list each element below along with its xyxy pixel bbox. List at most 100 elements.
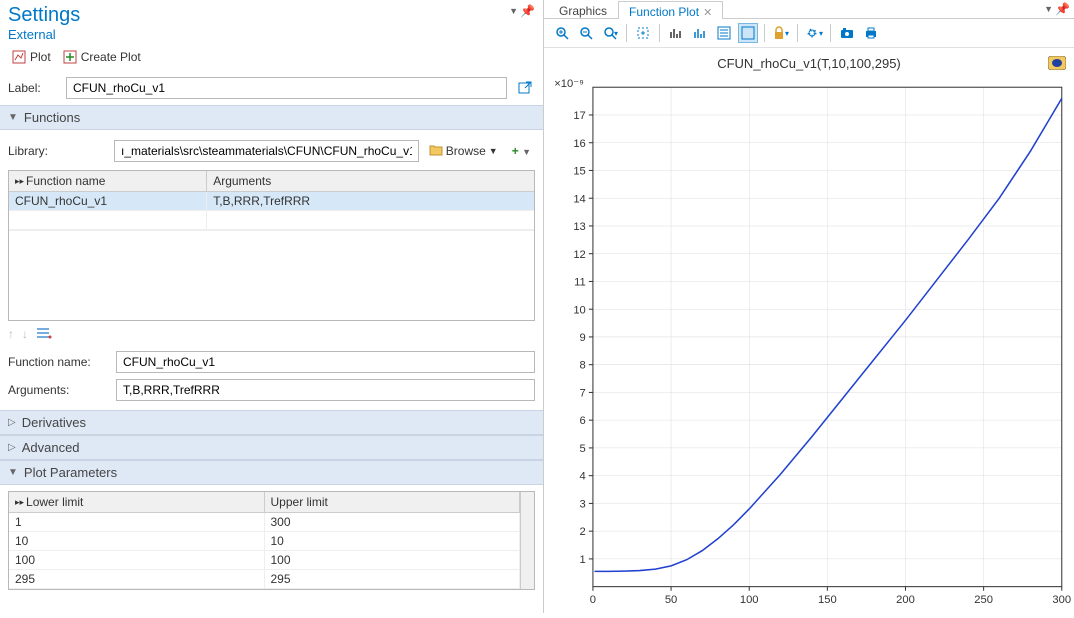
browse-label: Browse [446, 144, 486, 158]
plot-button-label: Plot [30, 50, 51, 64]
table-row[interactable]: 1 300 [9, 513, 520, 532]
tab-function-plot[interactable]: Function Plot ✕ [618, 1, 723, 19]
library-input[interactable] [114, 140, 419, 162]
table-cell: 100 [9, 551, 265, 570]
tab-graphics[interactable]: Graphics [548, 0, 618, 18]
functions-table-header-args[interactable]: Arguments [207, 171, 534, 191]
legend-button[interactable] [714, 23, 734, 43]
library-label: Library: [8, 144, 108, 158]
svg-text:0: 0 [590, 594, 596, 606]
expand-col-icon: ▸▸ [15, 176, 24, 187]
add-button[interactable]: + ▼ [508, 142, 535, 160]
table-row[interactable]: CFUN_rhoCu_v1 T,B,RRR,TrefRRR [9, 192, 534, 211]
svg-text:1: 1 [580, 554, 586, 566]
graphics-panel: Graphics Function Plot ✕ ▼ 📌 ▾ ▾ ▾ [544, 0, 1074, 613]
svg-text:17: 17 [573, 110, 585, 122]
dropdown-icon[interactable]: ▼ [509, 6, 518, 16]
list-options-button[interactable] [36, 327, 52, 342]
functions-section-header[interactable]: ▼ Functions [0, 105, 543, 130]
label-input[interactable] [66, 77, 507, 99]
pin-icon[interactable]: 📌 [1055, 2, 1070, 16]
create-plot-button-label: Create Plot [81, 50, 141, 64]
chart-canvas: 1234567891011121314151617050100150200250… [544, 75, 1074, 615]
svg-text:5: 5 [580, 443, 586, 455]
svg-text:2: 2 [580, 526, 586, 538]
svg-text:×10⁻⁹: ×10⁻⁹ [554, 78, 584, 90]
scene-light-button[interactable]: ▾ [804, 23, 824, 43]
table-cell [207, 211, 534, 230]
svg-text:200: 200 [896, 594, 915, 606]
plot-params-table: ▸▸ Lower limit Upper limit 1 300 10 10 [8, 491, 535, 590]
table-cell: 1 [9, 513, 265, 532]
zoom-box-button[interactable]: ▾ [600, 23, 620, 43]
goto-node-button[interactable] [515, 78, 535, 98]
bars2-button[interactable] [690, 23, 710, 43]
svg-text:11: 11 [574, 277, 586, 289]
table-cell: 295 [265, 570, 521, 589]
browse-button[interactable]: Browse ▼ [425, 142, 502, 161]
plot-params-header-lower[interactable]: ▸▸ Lower limit [9, 492, 265, 512]
settings-title: Settings [8, 4, 80, 27]
close-icon[interactable]: ✕ [703, 6, 712, 19]
advanced-section-header[interactable]: ▷ Advanced [0, 435, 543, 460]
tab-label: Function Plot [629, 5, 699, 19]
svg-text:16: 16 [573, 138, 585, 150]
settings-subtitle: External [0, 27, 543, 44]
table-cell: 100 [265, 551, 521, 570]
svg-text:4: 4 [580, 471, 586, 483]
dropdown-icon[interactable]: ▼ [1044, 4, 1053, 14]
grid-button[interactable] [738, 23, 758, 43]
chevron-right-icon: ▷ [8, 417, 16, 428]
zoom-in-button[interactable] [552, 23, 572, 43]
table-empty-space [9, 230, 534, 320]
create-plot-button[interactable]: Create Plot [59, 48, 145, 66]
lock-button[interactable]: ▾ [771, 23, 791, 43]
plot-params-section-header[interactable]: ▼ Plot Parameters [0, 460, 543, 485]
move-up-button[interactable]: ↑ [8, 327, 14, 342]
zoom-extents-button[interactable] [633, 23, 653, 43]
svg-text:50: 50 [665, 594, 677, 606]
functions-table-header-name[interactable]: ▸▸ Function name [9, 171, 207, 191]
svg-text:7: 7 [580, 388, 586, 400]
svg-text:8: 8 [580, 360, 586, 372]
function-name-label: Function name: [8, 355, 108, 369]
chevron-down-icon: ▼ [8, 467, 18, 478]
camera-button[interactable] [837, 23, 857, 43]
table-cell [9, 211, 207, 230]
plot-title: CFUN_rhoCu_v1(T,10,100,295) [544, 48, 1074, 75]
chevron-down-icon: ▼ [489, 146, 498, 156]
table-row[interactable]: 10 10 [9, 532, 520, 551]
pin-icon[interactable]: 📌 [520, 4, 535, 18]
label-field-label: Label: [8, 81, 58, 95]
move-down-button[interactable]: ↓ [22, 327, 28, 342]
zoom-out-button[interactable] [576, 23, 596, 43]
derivatives-section-header[interactable]: ▷ Derivatives [0, 410, 543, 435]
arguments-input[interactable] [116, 379, 535, 401]
svg-text:300: 300 [1052, 594, 1071, 606]
plot-params-header-upper[interactable]: Upper limit [265, 492, 521, 512]
derivatives-section-title: Derivatives [22, 415, 86, 430]
scrollbar[interactable] [520, 492, 534, 589]
function-name-input[interactable] [116, 351, 535, 373]
svg-text:13: 13 [573, 221, 585, 233]
table-row[interactable] [9, 211, 534, 230]
tab-label: Graphics [559, 4, 607, 18]
chevron-right-icon: ▷ [8, 442, 16, 453]
table-cell: 10 [9, 532, 265, 551]
plot-badge-icon [1048, 56, 1066, 70]
svg-text:14: 14 [573, 193, 585, 205]
arguments-label: Arguments: [8, 383, 108, 397]
create-plot-icon [63, 50, 77, 64]
bars1-button[interactable] [666, 23, 686, 43]
plot-area[interactable]: CFUN_rhoCu_v1(T,10,100,295) 123456789101… [544, 48, 1074, 618]
plot-button[interactable]: Plot [8, 48, 55, 66]
table-row[interactable]: 100 100 [9, 551, 520, 570]
svg-text:9: 9 [580, 332, 586, 344]
table-cell: 300 [265, 513, 521, 532]
print-button[interactable] [861, 23, 881, 43]
svg-text:6: 6 [580, 415, 586, 427]
settings-panel: Settings ▼ 📌 External Plot Create Plot L… [0, 0, 544, 613]
table-row[interactable]: 295 295 [9, 570, 520, 589]
svg-text:150: 150 [818, 594, 837, 606]
functions-section-title: Functions [24, 110, 80, 125]
